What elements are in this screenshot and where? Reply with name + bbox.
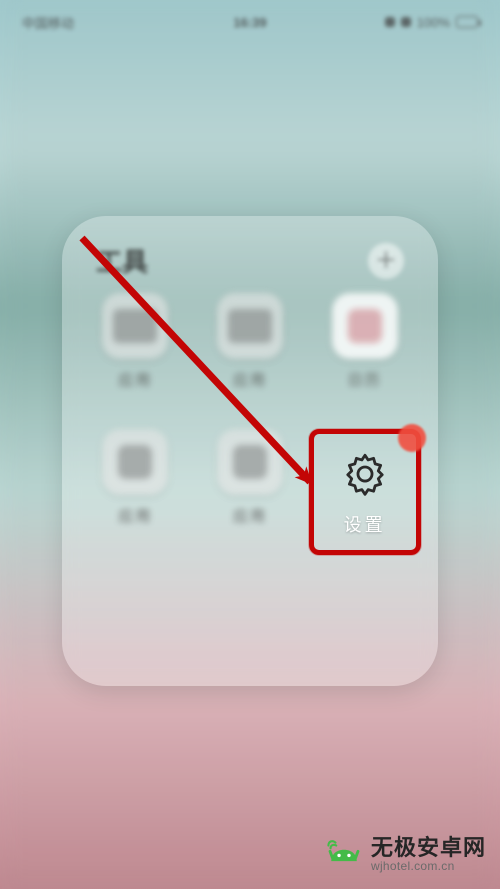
notification-badge [398, 424, 426, 452]
folder-title: 工具 [96, 242, 148, 279]
gear-icon [340, 449, 390, 499]
app-label: 应用 [118, 505, 152, 526]
app-item[interactable]: 应用 [195, 293, 305, 390]
signal-icon [385, 17, 395, 27]
app-icon [217, 293, 283, 359]
phone-screenshot: 中国移动 16:39 100% 工具 ＋ 应用 应用 [0, 0, 500, 889]
calendar-icon [332, 293, 398, 359]
plus-icon: ＋ [375, 250, 397, 272]
app-item[interactable]: 应用 [80, 429, 190, 526]
app-item-calendar[interactable]: 日历 [310, 293, 420, 390]
wifi-icon [401, 17, 411, 27]
app-icon [217, 429, 283, 495]
app-item[interactable]: 应用 [195, 429, 305, 526]
app-item-settings-highlighted[interactable]: 设置 [309, 429, 421, 555]
app-label: 日历 [348, 369, 382, 390]
app-item[interactable]: 应用 [80, 293, 190, 390]
battery-icon [456, 16, 478, 28]
watermark-url: wjhotel.com.cn [371, 860, 486, 873]
watermark-logo-icon [327, 837, 361, 871]
folder-grid: 应用 应用 日历 应用 应用 [78, 293, 422, 559]
app-icon [102, 429, 168, 495]
app-label: 应用 [118, 369, 152, 390]
app-icon [102, 293, 168, 359]
settings-label: 设置 [344, 511, 386, 537]
app-folder[interactable]: 工具 ＋ 应用 应用 日历 应用 [62, 216, 438, 686]
status-time: 16:39 [233, 15, 266, 30]
battery-label: 100% [417, 15, 450, 30]
carrier-label: 中国移动 [22, 13, 74, 32]
watermark-title: 无极安卓网 [371, 836, 486, 860]
folder-add-button[interactable]: ＋ [368, 243, 404, 279]
watermark: 无极安卓网 wjhotel.com.cn [327, 836, 486, 873]
app-label: 应用 [233, 505, 267, 526]
status-bar: 中国移动 16:39 100% [0, 8, 500, 36]
app-label: 应用 [233, 369, 267, 390]
